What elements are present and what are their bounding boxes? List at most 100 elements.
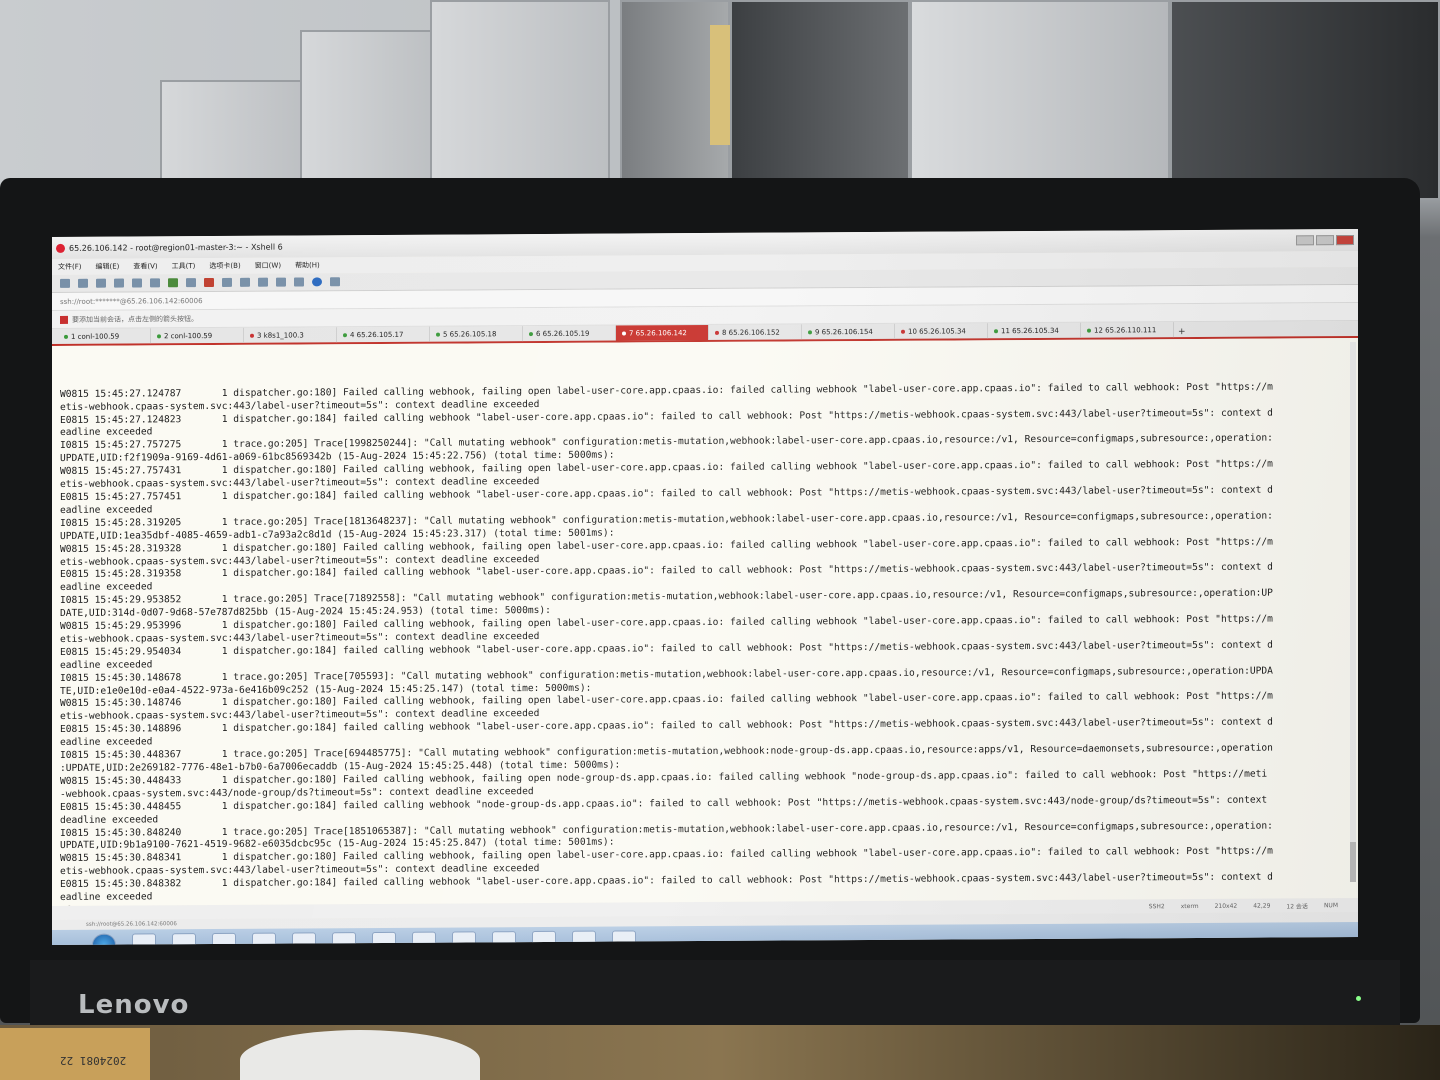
tab-session-11[interactable]: 11 65.26.105.34 [988,322,1081,339]
tab-session-10[interactable]: 10 65.26.105.34 [895,323,988,339]
minimize-button[interactable] [1296,235,1314,246]
maximize-button[interactable] [1316,235,1334,246]
tab-label: 2 conl-100.59 [164,331,213,340]
ie-icon[interactable] [132,933,156,945]
reconnect-icon[interactable] [114,278,124,288]
power-led-icon [1356,996,1361,1001]
app-icon[interactable] [252,932,276,945]
search-icon[interactable] [132,278,142,288]
bookmark-flag-icon[interactable] [60,315,68,324]
xftp-icon[interactable] [204,277,214,288]
tab-label: 7 65.26.106.142 [629,328,687,337]
glass-cabinet [730,0,910,200]
scrollbar-thumb[interactable] [1350,842,1356,883]
status-protocol: SSH2 [1148,902,1165,910]
fullscreen-icon[interactable] [222,277,232,287]
script-icon[interactable] [276,277,286,287]
chat-icon[interactable] [330,277,340,287]
menu-tabs[interactable]: 选项卡(B) [209,261,240,271]
start-button-icon[interactable] [92,933,116,945]
tab-label: 11 65.26.105.34 [1001,326,1059,335]
terminal-scrollbar[interactable] [1350,342,1356,883]
session-status-icon [715,330,719,335]
tab-label: 12 65.26.110.111 [1094,325,1157,335]
window-controls [1296,235,1358,246]
tab-label: 1 conl-100.59 [71,332,120,341]
sticky-note [710,25,732,145]
session-status-icon [808,329,812,334]
desk-sticker-text: 2024081 22 [60,1054,127,1067]
session-path: ssh://root@65.26.106.142:60006 [86,921,177,928]
tab-label: 8 65.26.106.152 [722,328,780,337]
filing-cabinet [910,0,1170,200]
tab-session-8[interactable]: 8 65.26.106.152 [709,324,802,340]
font-icon[interactable] [186,278,196,288]
tab-session-1[interactable]: 1 conl-100.59 [58,328,151,344]
terminal-output[interactable]: W0815 15:45:27.124787 1 dispatcher.go:18… [52,338,1358,906]
menu-edit[interactable]: 编辑(E) [96,262,120,272]
session-status-icon [436,332,440,337]
folder-icon[interactable] [292,932,316,945]
tab-session-5[interactable]: 5 65.26.105.18 [430,326,523,342]
close-button[interactable] [1336,235,1354,246]
tab-session-3[interactable]: 3 k8s1_100.3 [244,327,337,343]
media-icon[interactable] [212,932,236,945]
desk-surface [0,1025,1440,1080]
menu-view[interactable]: 查看(V) [133,261,157,271]
session-hint-text: 要添加当前会话，点击左侧的箭头按钮。 [72,314,198,324]
photo-scene: Lenovo 65.26.106.142 - root@region01-mas… [0,0,1440,1080]
session-status-icon [157,333,161,338]
add-tab-button[interactable]: + [1174,327,1190,337]
tab-label: 3 k8s1_100.3 [257,330,304,340]
tab-session-4[interactable]: 4 65.26.105.17 [337,326,430,343]
session-status-icon [64,334,68,339]
xshell-app-icon [56,243,65,253]
status-term: xterm [1180,902,1199,910]
session-status-icon [1087,328,1091,333]
session-status-icon [994,328,998,333]
address-value: ssh://root:*******@65.26.106.142:60006 [60,296,203,306]
lock-icon[interactable] [240,277,250,287]
connect-icon[interactable] [96,278,106,288]
open-folder-icon[interactable] [78,278,88,288]
session-status-icon [343,332,347,337]
explorer-icon[interactable] [172,933,196,945]
tab-label: 10 65.26.105.34 [908,326,966,336]
tab-session-12[interactable]: 12 65.26.110.111 [1081,322,1174,338]
session-status-icon [529,331,533,336]
globe-icon[interactable] [168,278,178,288]
menu-window[interactable]: 窗口(W) [255,261,281,271]
new-session-icon[interactable] [60,278,70,288]
tab-label: 6 65.26.105.19 [536,329,590,338]
tab-session-7[interactable]: 7 65.26.106.142 [616,324,709,341]
tab-label: 9 65.26.106.154 [815,327,873,336]
tab-label: 5 65.26.105.18 [443,329,497,339]
filing-cabinet [300,30,440,200]
session-status-icon [622,330,626,336]
glass-cabinet [1170,0,1440,200]
menu-help[interactable]: 帮助(H) [295,260,320,270]
tab-session-6[interactable]: 6 65.26.105.19 [523,325,616,342]
tab-session-9[interactable]: 9 65.26.106.154 [802,323,895,340]
status-cursor: 42,29 [1253,902,1271,910]
window-title: 65.26.106.142 - root@region01-master-3:~… [69,242,283,253]
tab-session-2[interactable]: 2 conl-100.59 [151,327,244,344]
menu-file[interactable]: 文件(F) [58,262,82,272]
session-status-icon [901,329,905,334]
copy-icon[interactable] [150,278,160,288]
monitor-brand-logo: Lenovo [78,990,190,1020]
menu-tools[interactable]: 工具(T) [172,261,196,271]
tab-label: 4 65.26.105.17 [350,330,404,339]
xshell-window: 65.26.106.142 - root@region01-master-3:~… [52,229,1358,945]
status-sessions: 12 会话 [1286,902,1308,910]
status-mode: NUM [1323,901,1338,909]
monitor-bezel [30,960,1400,1030]
layout-icon[interactable] [294,277,304,287]
desk-sticker: 2024081 22 [0,1028,150,1080]
keyboard-icon[interactable] [258,277,268,287]
app-icon[interactable] [332,932,356,945]
session-status-icon [250,333,254,338]
filing-cabinet [430,0,610,200]
help-icon[interactable] [312,277,322,287]
status-size: 210x42 [1214,902,1238,910]
